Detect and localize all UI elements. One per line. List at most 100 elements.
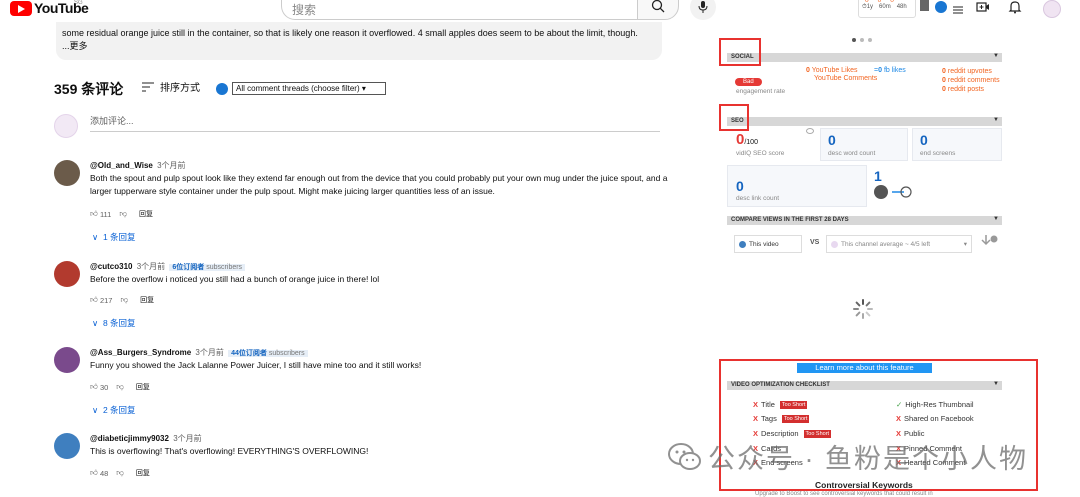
comment-text: Before the overflow i noticed you still …	[90, 274, 380, 284]
create-video-icon[interactable]	[976, 0, 990, 14]
comment-avatar[interactable]	[54, 433, 80, 459]
sort-icon	[142, 82, 154, 91]
reply-button[interactable]: 回复	[136, 468, 150, 478]
comment-author[interactable]: @cutco310	[90, 262, 132, 271]
like-icon[interactable]: 👍︎	[90, 209, 98, 219]
comment-actions: 👍︎ 111 👎︎ 回复	[90, 209, 153, 219]
reply-button[interactable]: 回复	[140, 295, 154, 305]
youtube-comments-label: YouTube Comments	[814, 75, 878, 82]
menu-icon[interactable]	[953, 2, 967, 16]
comment-time[interactable]: 3个月前	[173, 434, 201, 443]
dislike-icon[interactable]: 👎︎	[120, 295, 128, 305]
reply-button[interactable]: 回复	[136, 382, 150, 392]
carousel-dot[interactable]	[868, 38, 872, 42]
like-count: 30	[99, 382, 109, 392]
comment-filter-select[interactable]: All comment threads (choose filter) ▾	[232, 82, 386, 95]
comment-item: @diabeticjimmy9032 3个月前 This is overflow…	[54, 433, 674, 483]
comment-meta: @Old_and_Wise 3个月前	[90, 160, 186, 171]
comment-author[interactable]: @diabeticjimmy9032	[90, 434, 169, 443]
stat-60m-label: 60m	[879, 4, 891, 10]
account-avatar[interactable]	[1043, 0, 1061, 18]
video-description[interactable]: some residual orange juice still in the …	[56, 22, 662, 60]
comment-actions: 👍︎ 217 👎︎ 回复	[90, 295, 154, 305]
subscriber-badge: 6位订阅者 subscribers	[169, 264, 246, 271]
watermark: 公众号 · 鱼粉是个小人物	[668, 437, 1028, 476]
checklist-header[interactable]: VIDEO OPTIMIZATION CHECKLIST ▼	[727, 381, 1002, 390]
collapse-icon[interactable]: ▼	[993, 381, 999, 388]
comment-time[interactable]: 3个月前	[137, 262, 165, 271]
stats-icon[interactable]	[920, 0, 929, 11]
voice-search-button[interactable]	[690, 0, 716, 20]
view-replies-button[interactable]: ∨ 1 条回复	[92, 231, 136, 243]
reddit-stats: 0 reddit upvotes 0 reddit comments 0 red…	[942, 68, 1000, 93]
learn-more-button[interactable]: Learn more about this feature	[797, 363, 932, 373]
like-icon[interactable]: 👍︎	[90, 382, 98, 392]
comment-avatar[interactable]	[54, 160, 80, 186]
comment-item: @Old_and_Wise 3个月前 Both the spout and pu…	[54, 160, 674, 250]
carousel-dot[interactable]	[860, 38, 864, 42]
highlight-box-social	[719, 38, 761, 66]
series-dot-icon	[739, 240, 746, 248]
collapse-icon[interactable]: ▼	[993, 117, 999, 124]
checklist-item-title: X Title Too Short	[753, 400, 808, 409]
engagement-rating: Bad	[735, 70, 762, 88]
comment-item: @Ass_Burgers_Syndrome 3个月前 44位订阅者 subscr…	[54, 347, 674, 417]
seo-section-header[interactable]: SEO ▼	[727, 117, 1002, 126]
comment-avatar[interactable]	[54, 347, 80, 373]
logo-region: SG	[74, 0, 83, 6]
link-arrow-icon	[892, 185, 912, 199]
collapse-icon[interactable]: ▼	[993, 216, 999, 223]
stat-1y-label: ⏱1y	[862, 4, 874, 10]
comment-avatar[interactable]	[54, 261, 80, 287]
view-replies-button[interactable]: ∨ 2 条回复	[92, 404, 136, 416]
facebook-likes: =0 fb likes	[874, 67, 906, 74]
subscriber-badge: 44位订阅者 subscribers	[228, 350, 308, 357]
cards-count: 1	[874, 168, 882, 184]
carousel-dot[interactable]	[852, 38, 856, 42]
like-icon[interactable]: 👍︎	[90, 468, 98, 478]
watermark-text: 公众号 · 鱼粉是个小人物	[708, 444, 1028, 474]
loading-spinner-icon	[853, 299, 873, 319]
seo-score-label: vidIQ SEO score	[736, 150, 785, 157]
checklist-title: VIDEO OPTIMIZATION CHECKLIST	[731, 382, 830, 388]
social-section-header[interactable]: SOCIAL ▼	[727, 53, 1002, 62]
desc-word-count-card: 0 desc word count	[820, 128, 908, 161]
dislike-icon[interactable]: 👎︎	[119, 209, 127, 219]
vs-label: VS	[810, 239, 820, 246]
compare-views-header[interactable]: COMPARE VIEWS IN THE FIRST 28 DAYS ▼	[727, 216, 1002, 225]
comment-author[interactable]: @Old_and_Wise	[90, 161, 153, 170]
comment-text: Both the spout and pulp spout look like …	[90, 173, 668, 196]
download-icon[interactable]	[980, 234, 998, 248]
comment-time[interactable]: 3个月前	[157, 161, 185, 170]
vidiq-stats-box[interactable]: 0 0 0 ⏱1y 60m 48h	[858, 0, 916, 18]
youtube-play-icon	[10, 0, 32, 16]
engagement-label: engagement rate	[736, 88, 786, 95]
add-comment-input[interactable]: 添加评论...	[90, 114, 660, 132]
reply-button[interactable]: 回复	[139, 209, 153, 219]
this-video-selector[interactable]: This video	[734, 235, 802, 253]
dislike-icon[interactable]: 👎︎	[116, 382, 124, 392]
vidiq-filter-icon	[216, 82, 228, 95]
search-button[interactable]	[637, 0, 679, 20]
seo-score: 0/100	[736, 131, 758, 148]
carousel-dots[interactable]	[852, 38, 872, 42]
desc-link-count-card: 0 desc link count	[727, 165, 867, 207]
comment-time[interactable]: 3个月前	[195, 348, 223, 357]
channel-average-selector[interactable]: This channel average ~ 4/5 left ▾	[826, 235, 972, 253]
eye-icon[interactable]	[806, 128, 814, 134]
sort-button[interactable]: 排序方式	[142, 79, 200, 94]
dislike-icon[interactable]: 👎︎	[116, 468, 124, 478]
top-bar: YouTube SG 搜索 0 0 0 ⏱1y 60m 48h	[0, 0, 1080, 22]
notifications-bell-icon[interactable]	[1008, 0, 1022, 14]
comment-text: This is overflowing! That's overflowing!…	[90, 446, 369, 456]
search-input[interactable]: 搜索	[281, 0, 637, 20]
youtube-likes-label: YouTube Likes	[811, 67, 858, 74]
like-icon[interactable]: 👍︎	[90, 295, 98, 305]
view-replies-button[interactable]: ∨ 8 条回复	[92, 317, 136, 329]
vidiq-icon[interactable]	[935, 1, 947, 13]
show-more-link[interactable]: ...更多	[62, 40, 656, 53]
wechat-icon	[668, 442, 701, 470]
comment-author[interactable]: @Ass_Burgers_Syndrome	[90, 348, 191, 357]
collapse-icon[interactable]: ▼	[993, 53, 999, 60]
checklist-item-tags: X Tags Too Short	[753, 414, 810, 423]
